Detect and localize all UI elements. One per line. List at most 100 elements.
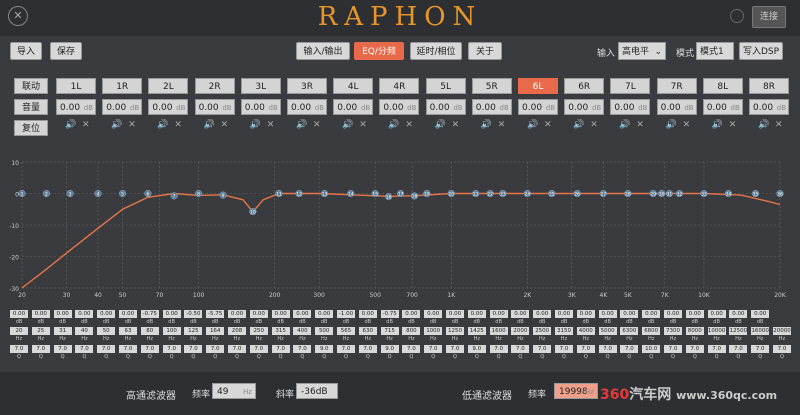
mute-icon[interactable]: ✕ — [174, 120, 182, 130]
channel-button-6l[interactable]: 6L — [518, 78, 558, 94]
q-input-26[interactable]: 7.0 — [555, 345, 573, 353]
freq-input-34[interactable]: 12500 — [729, 327, 748, 335]
q-input-29[interactable]: 7.0 — [620, 345, 639, 353]
volume-input-2r[interactable]: 0.00 dB — [194, 99, 235, 115]
q-input-9[interactable]: 7.0 — [184, 345, 203, 353]
channel-button-4l[interactable]: 4L — [333, 78, 374, 94]
freq-input-4[interactable]: 40 — [75, 327, 94, 335]
mute-icon[interactable]: ✕ — [405, 120, 413, 130]
tab-delay-phase[interactable]: 延时/相位 — [410, 42, 462, 60]
mute-icon[interactable]: ✕ — [221, 120, 229, 130]
freq-input-13[interactable]: 315 — [271, 327, 290, 335]
channel-button-1l[interactable]: 1L — [56, 78, 96, 94]
mute-icon[interactable]: ✕ — [544, 120, 552, 130]
gain-input-6[interactable]: 0.00 — [119, 310, 137, 318]
q-input-4[interactable]: 7.0 — [75, 345, 94, 353]
channel-button-7l[interactable]: 7L — [610, 78, 651, 94]
mute-icon[interactable]: ✕ — [775, 120, 783, 130]
q-input-6[interactable]: 7.0 — [119, 345, 137, 353]
freq-input-23[interactable]: 1600 — [489, 327, 508, 335]
q-input-15[interactable]: 9.0 — [315, 345, 334, 353]
q-input-10[interactable]: 7.0 — [206, 345, 225, 353]
speaker-icon[interactable]: 🔊 — [157, 120, 168, 130]
q-input-20[interactable]: 7.0 — [424, 345, 443, 353]
volume-input-8l[interactable]: 0.00 dB — [702, 99, 743, 115]
freq-input-19[interactable]: 800 — [402, 327, 421, 335]
hp-freq-input[interactable]: 49 Hz — [212, 383, 256, 399]
gain-input-22[interactable]: 0.00 — [467, 310, 486, 318]
q-input-17[interactable]: 7.0 — [358, 345, 377, 353]
tab-eq-crossover[interactable]: EQ/分频 — [354, 42, 404, 60]
channel-button-5l[interactable]: 5L — [425, 78, 466, 94]
volume-input-2l[interactable]: 0.00 dB — [148, 99, 189, 115]
mute-icon[interactable]: ✕ — [267, 120, 275, 130]
gain-input-8[interactable]: 0.00 — [162, 310, 181, 318]
freq-input-5[interactable]: 50 — [97, 327, 116, 335]
freq-input-8[interactable]: 100 — [162, 327, 181, 335]
channel-button-2r[interactable]: 2R — [194, 78, 235, 94]
freq-input-26[interactable]: 3150 — [555, 327, 573, 335]
q-input-36[interactable]: 7.0 — [773, 345, 791, 353]
q-input-21[interactable]: 7.0 — [446, 345, 464, 353]
speaker-icon[interactable]: 🔊 — [435, 120, 446, 130]
write-dsp-button[interactable]: 写入DSP — [739, 42, 783, 60]
gain-input-17[interactable]: 0.00 — [358, 310, 377, 318]
gain-input-33[interactable]: 0.00 — [707, 310, 726, 318]
gain-input-31[interactable]: 0.00 — [664, 310, 682, 318]
speaker-icon[interactable]: 🔊 — [65, 120, 76, 130]
freq-input-24[interactable]: 2000 — [511, 327, 530, 335]
freq-input-30[interactable]: 6800 — [642, 327, 661, 335]
gain-input-25[interactable]: 0.00 — [533, 310, 552, 318]
channel-button-6r[interactable]: 6R — [564, 78, 605, 94]
q-input-8[interactable]: 7.0 — [162, 345, 181, 353]
gain-input-3[interactable]: 0.00 — [53, 310, 72, 318]
freq-input-33[interactable]: 10000 — [707, 327, 726, 335]
q-input-30[interactable]: 10.0 — [642, 345, 661, 353]
volume-input-3l[interactable]: 0.00 dB — [240, 99, 281, 115]
lp-freq-input[interactable]: 19998 Hz — [554, 383, 598, 399]
volume-input-5l[interactable]: 0.00 dB — [425, 99, 466, 115]
volume-input-1l[interactable]: 0.00 dB — [56, 99, 96, 115]
freq-input-12[interactable]: 250 — [249, 327, 268, 335]
connect-button[interactable]: 连接 — [752, 6, 786, 28]
freq-input-21[interactable]: 1250 — [446, 327, 464, 335]
hp-slope-select[interactable]: -36dB — [296, 383, 338, 399]
mute-icon[interactable]: ✕ — [359, 120, 367, 130]
volume-input-8r[interactable]: 0.00 dB — [749, 99, 789, 115]
volume-input-1r[interactable]: 0.00 dB — [102, 99, 143, 115]
mute-icon[interactable]: ✕ — [128, 120, 136, 130]
save-button[interactable]: 保存 — [50, 42, 82, 60]
freq-input-35[interactable]: 16000 — [751, 327, 770, 335]
tab-about[interactable]: 关于 — [468, 42, 502, 60]
q-input-33[interactable]: 7.0 — [707, 345, 726, 353]
q-input-27[interactable]: 7.0 — [576, 345, 595, 353]
gain-input-16[interactable]: -1.00 — [337, 310, 355, 318]
speaker-icon[interactable]: 🔊 — [111, 120, 122, 130]
freq-input-14[interactable]: 400 — [293, 327, 312, 335]
gain-input-23[interactable]: 0.00 — [489, 310, 508, 318]
gain-input-2[interactable]: 0.00 — [31, 310, 50, 318]
freq-input-22[interactable]: 1425 — [467, 327, 486, 335]
q-input-34[interactable]: 7.0 — [729, 345, 748, 353]
freq-input-20[interactable]: 1000 — [424, 327, 443, 335]
volume-input-6l[interactable]: 0.00 dB — [518, 99, 558, 115]
mute-icon[interactable]: ✕ — [590, 120, 598, 130]
freq-input-15[interactable]: 500 — [315, 327, 334, 335]
freq-input-31[interactable]: 7300 — [664, 327, 682, 335]
freq-input-25[interactable]: 2500 — [533, 327, 552, 335]
freq-input-27[interactable]: 4000 — [576, 327, 595, 335]
gain-input-34[interactable]: 0.00 — [729, 310, 748, 318]
gain-input-5[interactable]: 0.00 — [97, 310, 116, 318]
volume-input-4l[interactable]: 0.00 dB — [333, 99, 374, 115]
gain-input-13[interactable]: 0.00 — [271, 310, 290, 318]
freq-input-3[interactable]: 31 — [53, 327, 72, 335]
freq-input-16[interactable]: 565 — [337, 327, 355, 335]
channel-button-7r[interactable]: 7R — [656, 78, 697, 94]
gain-input-11[interactable]: 0.00 — [228, 310, 246, 318]
speaker-icon[interactable]: 🔊 — [758, 120, 769, 130]
gain-input-27[interactable]: 0.00 — [576, 310, 595, 318]
gain-input-4[interactable]: 0.00 — [75, 310, 94, 318]
q-input-32[interactable]: 7.0 — [685, 345, 704, 353]
speaker-icon[interactable]: 🔊 — [573, 120, 584, 130]
volume-input-7r[interactable]: 0.00 dB — [656, 99, 697, 115]
